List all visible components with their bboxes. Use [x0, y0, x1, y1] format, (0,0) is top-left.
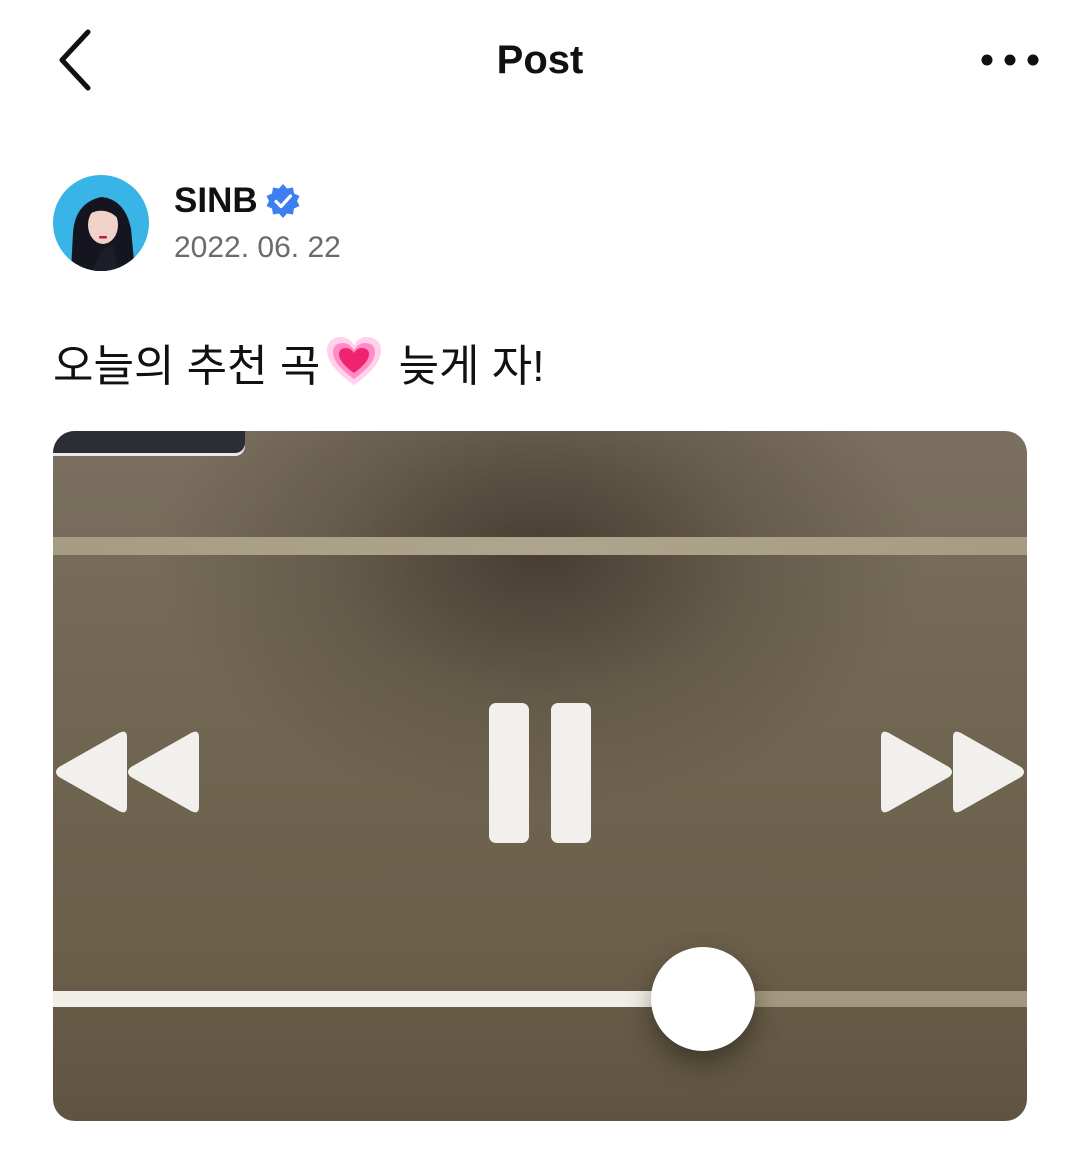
player-divider — [53, 537, 1027, 555]
rewind-icon — [56, 731, 199, 813]
post-text-continued: 늦게 자! — [386, 342, 545, 391]
progress-track — [53, 991, 1027, 1007]
post-author: SINB 2022. 06. 22 — [53, 175, 653, 271]
post-image[interactable] — [53, 431, 1027, 1121]
post-text: 오늘의 추천 곡 — [53, 342, 321, 391]
growing-heart-emoji-icon — [327, 337, 382, 385]
top-bar: Post — [0, 0, 1080, 120]
pause-icon — [489, 703, 591, 843]
page-title: Post — [496, 38, 584, 82]
more-options-button[interactable] — [970, 30, 1050, 90]
fast-forward-icon — [881, 731, 1024, 813]
verified-badge-icon — [266, 184, 300, 218]
avatar[interactable] — [53, 175, 149, 271]
author-name[interactable]: SINB — [174, 181, 258, 221]
avatar-image — [53, 175, 149, 271]
more-horizontal-icon — [981, 54, 1039, 66]
post-body: 오늘의 추천 곡 늦게 자! — [53, 330, 544, 394]
post-date: 2022. 06. 22 — [174, 231, 341, 264]
image-decoration — [53, 431, 245, 453]
progress-fill — [53, 991, 703, 1007]
progress-knob — [651, 947, 755, 1051]
